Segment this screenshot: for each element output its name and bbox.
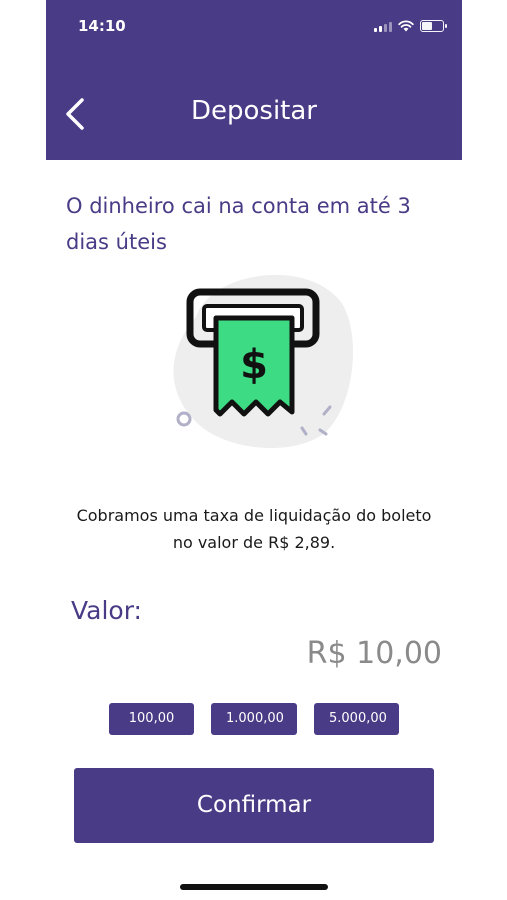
status-icons: [374, 20, 447, 32]
delivery-info-text: O dinheiro cai na conta em até 3 dias út…: [66, 194, 411, 254]
app-header: 14:10 Depositar: [46, 0, 462, 160]
boleto-receipt-dollar-icon: $: [173, 274, 353, 449]
confirm-button[interactable]: Confirmar: [74, 768, 434, 843]
amount-label: Valor:: [71, 596, 142, 625]
quick-amount-options: 100,00 1.000,00 5.000,00: [109, 703, 399, 735]
quick-amount-5000-button[interactable]: 5.000,00: [314, 703, 399, 735]
page-title: Depositar: [190, 96, 317, 126]
battery-icon: [420, 20, 447, 32]
cellular-signal-icon: [374, 22, 392, 32]
amount-value[interactable]: R$ 10,00: [307, 636, 442, 671]
fee-info-text: Cobramos uma taxa de liquidação do bolet…: [76, 506, 432, 552]
status-time: 14:10: [78, 17, 126, 35]
dollar-symbol: $: [240, 342, 268, 388]
deposit-screen: 14:10 Depositar O dinheiro cai na conta …: [46, 0, 462, 900]
home-indicator: [180, 884, 328, 890]
quick-amount-100-button[interactable]: 100,00: [109, 703, 194, 735]
quick-amount-1000-button[interactable]: 1.000,00: [211, 703, 297, 735]
wifi-icon: [398, 20, 414, 32]
